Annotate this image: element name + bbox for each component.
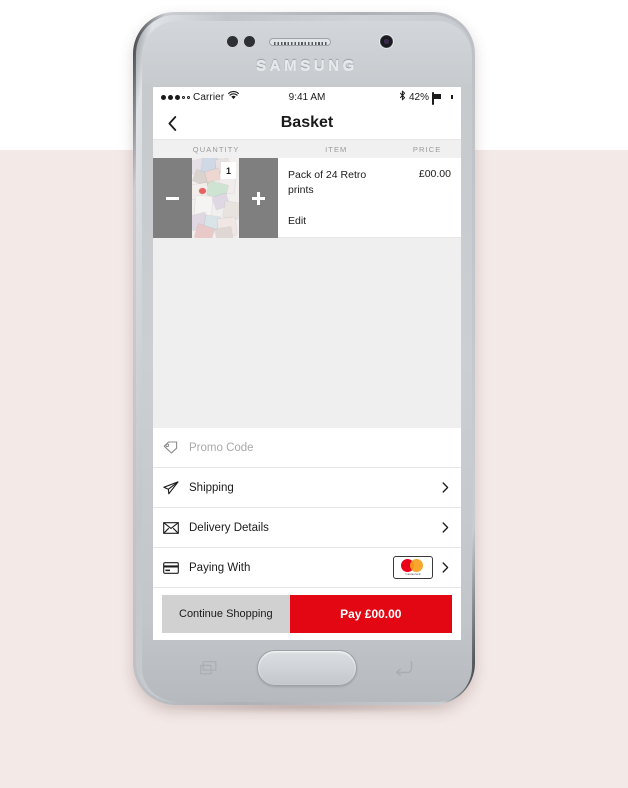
back-button[interactable] [163, 114, 181, 132]
mastercard-wordmark: mastercard [405, 573, 421, 576]
tag-icon [163, 441, 185, 454]
proximity-sensor-icon [227, 36, 238, 47]
column-header-quantity: QUANTITY [192, 144, 240, 154]
earpiece-speaker-icon [269, 38, 331, 46]
option-row-promo-code[interactable]: Promo Code [153, 428, 461, 468]
status-bar: Carrier 9:41 AM 42% [153, 87, 461, 107]
status-bar-left: Carrier [161, 91, 289, 103]
recents-icon[interactable] [200, 661, 217, 675]
paying-with-label: Paying With [189, 561, 251, 574]
chevron-right-icon [439, 522, 451, 533]
option-row-delivery-details[interactable]: Delivery Details [153, 508, 461, 548]
envelope-icon [163, 521, 185, 534]
cart-column-headers: QUANTITY ITEM PRICE [153, 140, 461, 158]
light-sensor-icon [244, 36, 255, 47]
action-bar: Continue Shopping Pay £00.00 [153, 588, 461, 633]
mastercard-logo-icon[interactable]: mastercard [393, 556, 433, 579]
bluetooth-icon [399, 90, 406, 104]
product-price: £00.00 [418, 168, 451, 180]
mastercard-circles [399, 559, 427, 572]
status-bar-right: 42% [325, 90, 453, 105]
device-inner-frame: SAMSUNG Carrier 9:41 AM 42% Basket QUANT… [136, 15, 472, 702]
wifi-icon [228, 91, 240, 103]
battery-percent-label: 42% [409, 91, 430, 103]
battery-icon [432, 91, 453, 105]
brand-logo: SAMSUNG [256, 57, 358, 74]
chevron-right-icon [439, 562, 451, 573]
status-bar-time: 9:41 AM [288, 91, 326, 103]
continue-shopping-button[interactable]: Continue Shopping [162, 595, 290, 633]
cart-item-row: 1 Pack of 24 Retro prints Edit £00.00 [153, 158, 461, 238]
delivery-details-label: Delivery Details [189, 521, 269, 534]
navigation-bar: Basket [153, 107, 461, 140]
promo-code-placeholder: Promo Code [189, 441, 254, 454]
mastercard-yellow-circle [410, 559, 423, 572]
page-title: Basket [280, 114, 334, 131]
chevron-right-icon [439, 482, 451, 493]
pay-button[interactable]: Pay £00.00 [289, 595, 452, 633]
edit-item-link[interactable]: Edit [288, 215, 306, 227]
minus-icon [166, 196, 179, 200]
device-face: SAMSUNG Carrier 9:41 AM 42% Basket QUANT… [142, 21, 472, 702]
home-button[interactable] [257, 650, 357, 686]
paper-plane-icon [163, 480, 185, 495]
column-header-price: PRICE [412, 144, 442, 154]
option-row-paying-with[interactable]: Paying With mastercard [153, 548, 461, 588]
cart-empty-area [153, 238, 461, 428]
back-nav-icon[interactable] [394, 660, 413, 677]
credit-card-icon [163, 561, 185, 574]
device-top-bezel: SAMSUNG [142, 21, 472, 87]
product-name: Pack of 24 Retro prints [288, 169, 367, 197]
product-thumbnail[interactable]: 1 [192, 158, 239, 238]
decrease-quantity-button[interactable] [153, 158, 192, 238]
shipping-label: Shipping [189, 481, 234, 494]
column-header-item: ITEM [325, 144, 348, 154]
device-bottom-bezel [142, 640, 472, 702]
increase-quantity-button[interactable] [239, 158, 278, 238]
signal-dots-icon [161, 94, 190, 100]
product-info: Pack of 24 Retro prints Edit [278, 158, 393, 237]
quantity-stepper: 1 [153, 158, 278, 238]
samsung-phone-device: SAMSUNG Carrier 9:41 AM 42% Basket QUANT… [133, 12, 475, 705]
app-screen: Carrier 9:41 AM 42% Basket QUANTITY ITEM… [153, 87, 461, 640]
option-row-shipping[interactable]: Shipping [153, 468, 461, 508]
earpiece-grille [274, 41, 328, 45]
quantity-value: 1 [221, 162, 236, 179]
front-camera-icon [379, 34, 394, 49]
carrier-label: Carrier [193, 91, 225, 103]
